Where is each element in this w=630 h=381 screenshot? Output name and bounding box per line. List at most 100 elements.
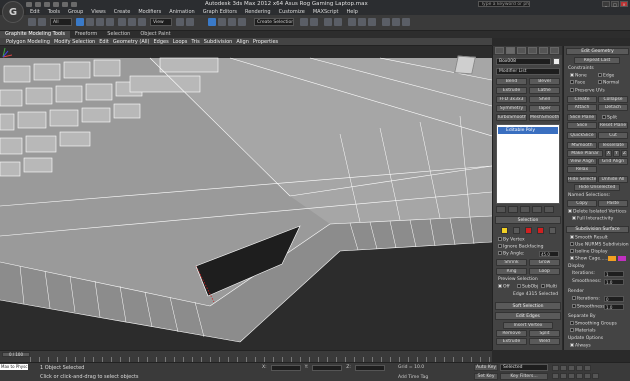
pan-icon[interactable]: [584, 373, 591, 379]
zoom-extents-icon[interactable]: [568, 373, 575, 379]
show-cage-checkbox[interactable]: Show Cage......: [570, 256, 609, 262]
menu-tools[interactable]: Tools: [48, 9, 60, 15]
named-selection-dropdown[interactable]: Create Selection: [254, 18, 294, 26]
percent-snap-icon[interactable]: [228, 18, 236, 26]
open-file-icon[interactable]: [35, 1, 41, 7]
soft-selection-rollout[interactable]: Soft Selection: [495, 302, 561, 310]
bend-button[interactable]: Bend: [496, 78, 527, 85]
grid-align-button[interactable]: Grid Align: [598, 158, 628, 165]
select-object-icon[interactable]: [76, 18, 84, 26]
menu-help[interactable]: Help: [347, 9, 358, 15]
go-to-end-icon[interactable]: [584, 365, 591, 371]
relax-button[interactable]: Relax: [567, 166, 597, 173]
x-coord-field[interactable]: [270, 365, 301, 371]
menu-graph-editors[interactable]: Graph Editors: [203, 9, 237, 15]
collapse-button[interactable]: Collapse: [598, 96, 628, 103]
remove-button[interactable]: Remove: [496, 330, 527, 337]
orbit-icon[interactable]: [592, 373, 599, 379]
render-iterations-field[interactable]: 0: [604, 296, 624, 302]
tab-selection[interactable]: Selection: [102, 31, 135, 38]
create-button[interactable]: Create: [567, 96, 597, 103]
schematic-view-icon[interactable]: [358, 18, 366, 26]
preview-subobj-radio[interactable]: SubObj: [517, 284, 538, 290]
search-input[interactable]: Type a keyword or phrase: [478, 1, 530, 7]
redo-icon[interactable]: [62, 1, 68, 7]
element-mode-icon[interactable]: [549, 227, 556, 234]
object-color-swatch[interactable]: [553, 58, 560, 65]
extrude-mod-button[interactable]: Extrude: [496, 87, 527, 94]
viewcube[interactable]: [454, 55, 476, 75]
isoline-display-checkbox[interactable]: Isoline Display: [570, 249, 608, 255]
menu-animation[interactable]: Animation: [169, 9, 195, 15]
constraint-face-radio[interactable]: Face: [570, 80, 585, 86]
planar-z-button[interactable]: Z: [621, 150, 628, 157]
add-time-tag-button[interactable]: Add Time Tag: [398, 375, 428, 380]
menu-edit[interactable]: Edit: [30, 9, 40, 15]
menu-group[interactable]: Group: [68, 9, 83, 15]
taper-button[interactable]: Taper: [529, 105, 560, 112]
ring-button[interactable]: Ring: [496, 268, 527, 275]
extrude-button[interactable]: Extrude: [496, 338, 527, 345]
bevel-button[interactable]: Bevel: [529, 78, 560, 85]
cut-button[interactable]: Cut: [598, 132, 628, 139]
make-planar-button[interactable]: Make Planar: [567, 150, 603, 157]
delete-isolated-checkbox[interactable]: Delete Isolated Vertices: [568, 209, 626, 215]
modifier-stack[interactable]: Editable Poly: [496, 124, 560, 204]
split-edge-button[interactable]: Split: [529, 330, 560, 337]
modifier-list-dropdown[interactable]: Modifier List: [496, 68, 560, 75]
maxscript-listener-field[interactable]: Max to Physc: [0, 364, 28, 370]
cage-selection-color-swatch[interactable]: [618, 256, 626, 261]
redo-tool-icon[interactable]: [38, 18, 46, 26]
reset-plane-button[interactable]: Reset Plane: [598, 122, 628, 129]
selection-rollout-header[interactable]: Selection: [495, 216, 561, 224]
undo-icon[interactable]: [53, 1, 59, 7]
edit-edges-rollout[interactable]: Edit Edges: [495, 312, 561, 320]
ignore-backfacing-checkbox[interactable]: Ignore Backfacing: [498, 244, 543, 250]
stack-item-editable-poly[interactable]: Editable Poly: [498, 127, 558, 134]
symmetry-button[interactable]: Symmetry: [496, 105, 527, 112]
detach-button[interactable]: Detach: [598, 104, 628, 111]
ribbon-align[interactable]: Align: [236, 39, 249, 45]
tab-graphite-modeling-tools[interactable]: Graphite Modeling Tools: [0, 31, 71, 38]
use-nurms-checkbox[interactable]: Use NURMS Subdivision: [570, 242, 629, 248]
constraint-edge-radio[interactable]: Edge: [598, 73, 614, 79]
vertex-mode-icon[interactable]: [501, 227, 508, 234]
lathe-button[interactable]: Lathe: [529, 87, 560, 94]
key-filters-button[interactable]: Key Filters...: [500, 373, 548, 380]
tessellate-button[interactable]: Tessellate: [598, 142, 628, 149]
turbosmooth-button[interactable]: TurboSmooth: [496, 114, 527, 121]
view-align-button[interactable]: View Align: [567, 158, 597, 165]
shrink-button[interactable]: Shrink: [496, 259, 527, 266]
motion-tab-icon[interactable]: [528, 47, 537, 54]
menu-maxscript[interactable]: MAXScript: [313, 9, 339, 15]
unhide-all-button[interactable]: Unhide All: [598, 176, 628, 183]
display-tab-icon[interactable]: [539, 47, 548, 54]
close-button[interactable]: ×: [620, 1, 628, 7]
split-checkbox[interactable]: Split: [602, 115, 617, 121]
by-angle-checkbox[interactable]: By Angle:: [498, 251, 525, 257]
new-file-icon[interactable]: [26, 1, 32, 7]
zoom-icon[interactable]: [552, 373, 559, 379]
y-coord-field[interactable]: [312, 365, 343, 371]
curve-editor-icon[interactable]: [348, 18, 356, 26]
planar-x-button[interactable]: X: [605, 150, 612, 157]
edit-geometry-rollout[interactable]: Edit Geometry: [566, 48, 629, 55]
render-smoothness-checkbox[interactable]: Smoothness:: [572, 304, 606, 310]
hide-unselected-button[interactable]: Hide Unselected: [574, 184, 620, 191]
meshsmooth-button[interactable]: MeshSmooth: [529, 114, 560, 121]
next-frame-icon[interactable]: [576, 365, 583, 371]
smooth-result-checkbox[interactable]: Smooth Result: [570, 235, 608, 241]
graphite-toggle-icon[interactable]: [334, 18, 342, 26]
quickslice-button[interactable]: QuickSlice: [567, 132, 597, 139]
display-iterations-field[interactable]: 1: [604, 271, 624, 277]
key-mode-dropdown[interactable]: Selected: [500, 364, 548, 371]
reference-coord-dropdown[interactable]: View: [150, 18, 172, 26]
ribbon-polygon-modeling[interactable]: Polygon Modeling: [6, 39, 50, 45]
attach-button[interactable]: Attach: [567, 104, 597, 111]
pin-stack-icon[interactable]: [496, 206, 506, 213]
layer-manager-icon[interactable]: [324, 18, 332, 26]
zoom-all-icon[interactable]: [560, 373, 567, 379]
slice-plane-button[interactable]: Slice Plane: [567, 114, 597, 121]
z-coord-field[interactable]: [354, 365, 385, 371]
preserve-uvs-checkbox[interactable]: Preserve UVs: [570, 88, 605, 94]
